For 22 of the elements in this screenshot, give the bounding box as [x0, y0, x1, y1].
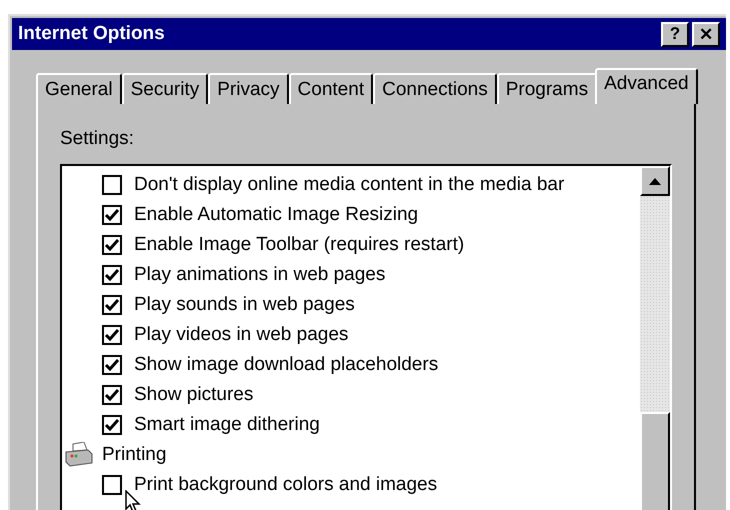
setting-label: Smart image dithering — [134, 414, 320, 436]
setting-label: Show pictures — [134, 384, 254, 406]
setting-label: Enable Image Toolbar (requires restart) — [134, 234, 464, 256]
window-title: Internet Options — [18, 23, 166, 45]
settings-label: Settings: — [60, 128, 135, 151]
setting-label: Play animations in web pages — [134, 264, 386, 286]
close-button[interactable]: ✕ — [692, 22, 720, 46]
tab[interactable]: Security — [122, 73, 208, 104]
tab[interactable]: Connections — [373, 73, 497, 104]
tab[interactable]: Content — [288, 73, 374, 104]
setting-label: Print background colors and images — [134, 474, 438, 496]
setting-label: Play videos in web pages — [134, 324, 348, 346]
setting-label: Enable Automatic Image Resizing — [134, 204, 418, 226]
help-button[interactable]: ? — [661, 22, 689, 46]
tab[interactable]: General — [36, 73, 122, 104]
setting-label: Show image download placeholders — [134, 354, 438, 376]
tab[interactable]: Programs — [496, 73, 598, 104]
tab[interactable]: Privacy — [208, 73, 289, 104]
setting-label: Play sounds in web pages — [134, 294, 355, 316]
group-label: Printing — [102, 444, 166, 466]
setting-label: Don't display online media content in the media bar — [134, 174, 564, 196]
tab[interactable]: Advanced — [595, 68, 698, 104]
